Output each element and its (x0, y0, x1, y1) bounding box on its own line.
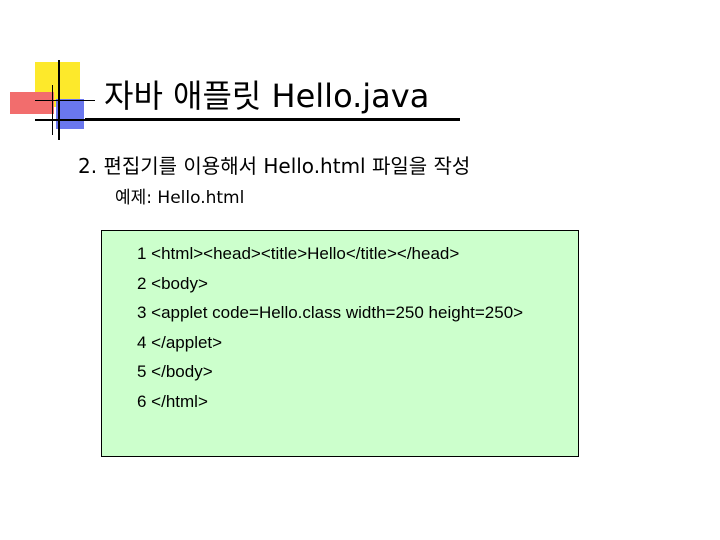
code-line: 5 </body> (137, 362, 213, 381)
code-line: 3 <applet code=Hello.class width=250 hei… (137, 303, 524, 322)
slide-title: 자바 애플릿 Hello.java (104, 77, 430, 115)
logo-horizontal-line (35, 100, 95, 101)
example-label: 예제: Hello.html (115, 188, 245, 208)
title-underline (85, 118, 460, 121)
code-line: 1 <html><head><title>Hello</title></head… (137, 244, 460, 263)
code-listing: 1 <html><head><title>Hello</title></head… (137, 239, 523, 416)
code-line: 4 </applet> (137, 332, 223, 352)
logo-blue-square (56, 99, 84, 129)
code-line: 6 </html> (137, 391, 208, 411)
logo-vertical-line-thin (52, 85, 53, 135)
logo-horizontal-line-lower (35, 119, 90, 121)
logo-red-square (10, 92, 54, 114)
bullet-text: 2. 편집기를 이용해서 Hello.html 파일을 작성 (78, 154, 471, 178)
code-line: 2 <body> (137, 273, 208, 293)
